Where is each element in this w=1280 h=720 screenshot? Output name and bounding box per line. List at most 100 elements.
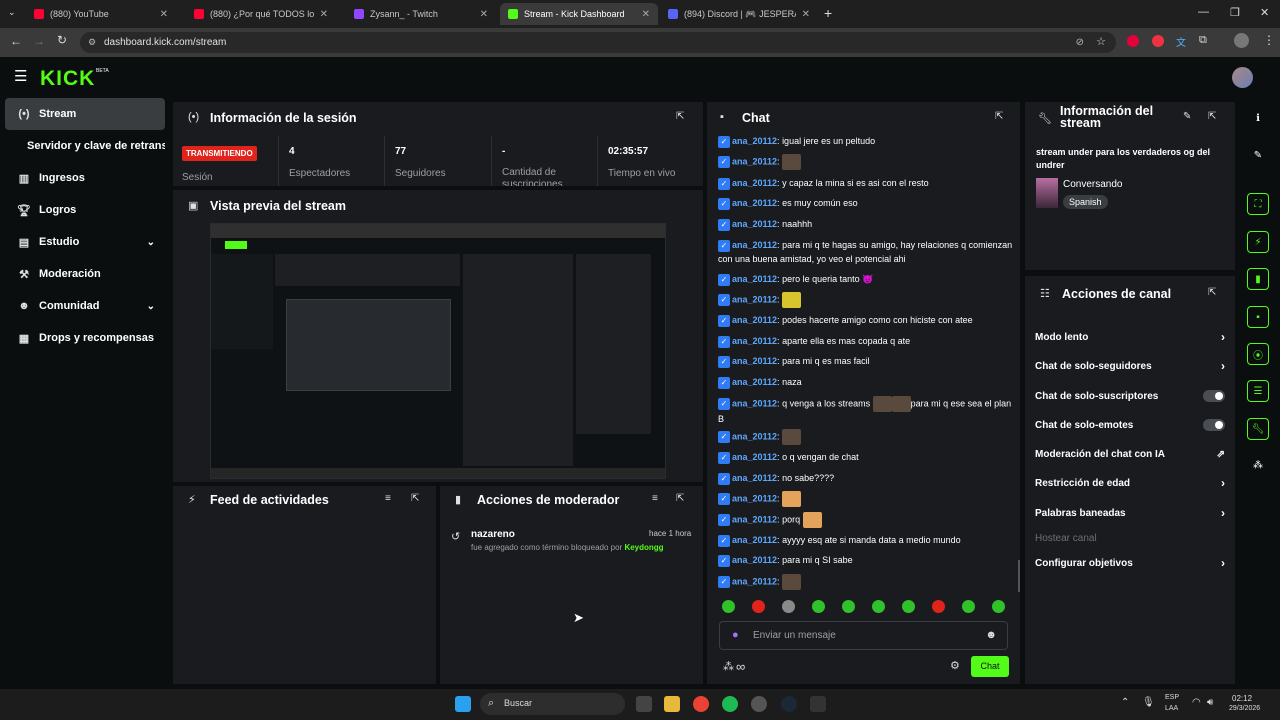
action-configure-goals[interactable]: Configurar objetivos › <box>1035 553 1225 573</box>
popout-icon[interactable]: ⇱ <box>1208 111 1216 122</box>
minimize-icon[interactable]: — <box>1198 6 1209 18</box>
action-slow-mode[interactable]: Modo lento › <box>1035 327 1225 347</box>
kick-logo[interactable]: KICK <box>40 67 95 91</box>
maximize-icon[interactable]: ❐ <box>1230 6 1240 19</box>
microphone-icon[interactable]: 🎙︎ <box>1142 697 1155 708</box>
sidebar-item-logros[interactable]: 🏆︎ Logros <box>5 194 165 226</box>
profile-avatar[interactable] <box>1234 33 1249 48</box>
extension-icon[interactable]: 文 <box>1176 34 1186 49</box>
chat-username[interactable]: ana_20112 <box>732 315 777 325</box>
stream-preview-video[interactable] <box>210 223 666 479</box>
chat-username[interactable]: ana_20112 <box>732 274 777 284</box>
chat-username[interactable]: ana_20112 <box>732 473 777 483</box>
edit-pencil-icon[interactable]: ✎ <box>1183 111 1191 122</box>
chat-username[interactable]: ana_20112 <box>732 493 777 503</box>
emote-icon[interactable] <box>752 600 765 613</box>
send-chat-button[interactable]: Chat <box>971 656 1009 677</box>
new-tab-button[interactable]: + <box>824 5 832 21</box>
sidebar-item-ingresos[interactable]: ▥ Ingresos <box>5 162 165 194</box>
extensions-puzzle-icon[interactable]: ⧉ <box>1199 34 1207 47</box>
file-explorer-icon[interactable] <box>664 696 680 712</box>
taskbar-lang[interactable]: ESP <box>1165 694 1179 701</box>
menu-kebab-icon[interactable]: ⋮ <box>1263 33 1275 47</box>
spotify-icon[interactable] <box>722 696 738 712</box>
popout-icon[interactable]: ⇱ <box>676 493 684 504</box>
chat-username[interactable]: ana_20112 <box>732 431 777 441</box>
fullscreen-icon[interactable]: ⛶ <box>1247 193 1269 215</box>
chat-username[interactable]: ana_20112 <box>732 136 777 146</box>
emote-icon[interactable] <box>782 600 795 613</box>
chat-username[interactable]: ana_20112 <box>732 240 777 250</box>
broadcast-icon[interactable]: ⦿ <box>1247 343 1269 365</box>
points-icon[interactable]: ⁂ <box>1247 454 1269 476</box>
chat-username[interactable]: ana_20112 <box>732 336 777 346</box>
emote-icon[interactable] <box>932 600 945 613</box>
chat-settings-gear-icon[interactable]: ⚙ <box>950 659 960 672</box>
emote-icon[interactable] <box>962 600 975 613</box>
site-info-icon[interactable]: ⚙ <box>88 32 96 53</box>
taskbar-search[interactable]: ⌕ Buscar <box>480 693 625 715</box>
close-icon[interactable]: ✕ <box>636 9 650 20</box>
back-arrow-icon[interactable]: ← <box>10 34 22 48</box>
user-avatar[interactable] <box>1232 67 1253 88</box>
chat-username[interactable]: ana_20112 <box>732 555 777 565</box>
chat-scrollbar[interactable] <box>1018 560 1020 592</box>
popout-icon[interactable]: ⇱ <box>411 493 419 504</box>
emoji-picker-icon[interactable]: ☻ <box>985 629 997 641</box>
chat-username[interactable]: ana_20112 <box>732 377 777 387</box>
shield-icon[interactable]: ▮ <box>1247 268 1269 290</box>
browser-tab-twitch[interactable]: Zysann_ - Twitch ✕ <box>346 3 496 25</box>
chat-bubble-icon[interactable]: ▪ <box>1247 306 1269 328</box>
chevron-up-icon[interactable]: ⌃ <box>1121 697 1129 708</box>
reload-icon[interactable]: ↻ <box>57 33 67 47</box>
taskbar-time[interactable]: 02:12 <box>1232 694 1252 703</box>
microphone-icon[interactable]: ● <box>732 629 739 641</box>
volume-icon[interactable]: 🔊︎ <box>1207 697 1213 708</box>
browser-tab-discord[interactable]: (894) Discord | 🎮 JESPERA 1 ✕ <box>660 3 818 25</box>
lightning-icon[interactable]: ⚡︎ <box>1247 231 1269 253</box>
action-followers-only[interactable]: Chat de solo-seguidores › <box>1035 356 1225 376</box>
forward-arrow-icon[interactable]: → <box>33 34 45 48</box>
emote-icon[interactable] <box>722 600 735 613</box>
wifi-icon[interactable]: ◠ <box>1192 697 1201 708</box>
sidebar-item-moderacion[interactable]: ⚒ Moderación <box>5 258 165 290</box>
action-age-restriction[interactable]: Restricción de edad › <box>1035 473 1225 493</box>
popout-icon[interactable]: ⇱ <box>995 111 1003 122</box>
edit-pencil-icon[interactable]: ✎ <box>1247 144 1269 166</box>
sidebar-item-drops[interactable]: ▦ Drops y recompensas <box>5 322 165 354</box>
chat-username[interactable]: ana_20112 <box>732 156 777 166</box>
hamburger-menu-icon[interactable]: ☰ <box>14 67 27 85</box>
close-icon[interactable]: ✕ <box>474 9 488 20</box>
chat-input[interactable]: ● Enviar un mensaje ☻ <box>719 621 1008 650</box>
browser-tab-youtube-2[interactable]: (880) ¿Por qué TODOS los ARTÍ ✕ <box>186 3 336 25</box>
mod-entry-by[interactable]: Keydongg <box>624 543 663 552</box>
epic-games-icon[interactable] <box>810 696 826 712</box>
subscribers-only-toggle[interactable] <box>1203 390 1225 402</box>
browser-tab-kick[interactable]: Stream - Kick Dashboard ✕ <box>500 3 658 25</box>
chat-username[interactable]: ana_20112 <box>732 356 777 366</box>
chat-username[interactable]: ana_20112 <box>732 398 777 408</box>
app-icon[interactable] <box>751 696 767 712</box>
emote-icon[interactable] <box>902 600 915 613</box>
close-icon[interactable]: ✕ <box>796 9 810 20</box>
close-icon[interactable]: ✕ <box>314 9 328 20</box>
action-ai-moderation[interactable]: Moderación del chat con IA ⇗ <box>1035 444 1225 464</box>
tab-list-chevron-icon[interactable]: ⌄ <box>8 7 16 18</box>
eye-off-icon[interactable]: ⊘ <box>1076 32 1084 53</box>
chat-username[interactable]: ana_20112 <box>732 576 777 586</box>
popout-icon[interactable]: ⇱ <box>1208 287 1216 298</box>
chat-username[interactable]: ana_20112 <box>732 452 777 462</box>
url-bar[interactable]: ⚙ dashboard.kick.com/stream ⊘ ☆ <box>80 32 1116 53</box>
chrome-icon[interactable] <box>693 696 709 712</box>
sidebar-item-comunidad[interactable]: ☻ Comunidad ⌄ <box>5 290 165 322</box>
action-banned-words[interactable]: Palabras baneadas › <box>1035 503 1225 523</box>
info-icon[interactable]: ℹ <box>1247 107 1269 129</box>
emote-icon[interactable] <box>872 600 885 613</box>
sidebar-item-estudio[interactable]: ▤ Estudio ⌄ <box>5 226 165 258</box>
close-window-icon[interactable]: ✕ <box>1260 6 1269 19</box>
layout-icon[interactable]: ☰ <box>1247 380 1269 402</box>
points-icon[interactable]: ⁂ <box>723 660 734 673</box>
emote-icon[interactable] <box>842 600 855 613</box>
windows-start-icon[interactable] <box>455 696 471 712</box>
extension-icon[interactable] <box>1152 35 1164 47</box>
